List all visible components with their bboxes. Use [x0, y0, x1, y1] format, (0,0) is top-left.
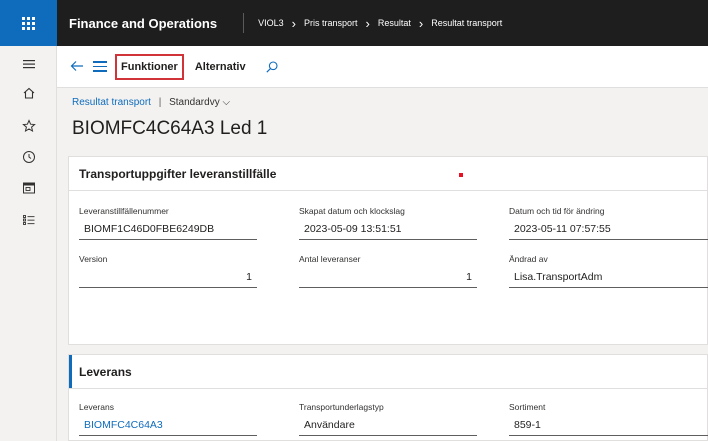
tab-funktioner[interactable]: Funktioner	[115, 53, 184, 80]
favorites-star-icon[interactable]	[22, 119, 36, 133]
fasttab-transportuppgifter: Transportuppgifter leveranstillfälle Lev…	[68, 156, 708, 345]
marker-dot	[459, 173, 463, 177]
field-label: Ändrad av	[509, 254, 548, 264]
antal-leveranser-input[interactable]: 1	[299, 269, 477, 288]
field-label: Leveranstillfällenummer	[79, 206, 169, 216]
chevron-down-icon: ⌵	[222, 97, 231, 108]
andrad-datum-input[interactable]: 2023-05-11 07:57:55	[509, 221, 708, 240]
breadcrumb-item-pris-transport[interactable]: Pris transport	[304, 18, 358, 28]
app-launcher-button[interactable]	[0, 0, 57, 46]
chevron-right-icon: ›	[291, 15, 296, 31]
top-bar-divider	[243, 13, 245, 33]
fasttab-title: Transportuppgifter leveranstillfälle	[79, 166, 277, 181]
field-label: Sortiment	[509, 402, 546, 412]
field-andrad-datum: Datum och tid för ändring 2023-05-11 07:…	[509, 206, 708, 240]
field-skapat-datum: Skapat datum och klockslag 2023-05-09 13…	[299, 206, 477, 240]
field-label: Skapat datum och klockslag	[299, 206, 405, 216]
modules-list-icon[interactable]	[22, 213, 36, 227]
navigation-pane	[0, 46, 57, 441]
top-bar: Finance and Operations VIOL3 › Pris tran…	[0, 0, 708, 46]
fasttab-title: Leverans	[79, 364, 132, 379]
form-breadcrumb: Resultat transport | Standardvy ⌵	[72, 97, 230, 108]
home-icon[interactable]	[22, 86, 36, 100]
workspaces-icon[interactable]	[22, 181, 36, 195]
field-label: Antal leveranser	[299, 254, 361, 264]
skapat-datum-input[interactable]: 2023-05-09 13:51:51	[299, 221, 477, 240]
tab-alternativ[interactable]: Alternativ	[190, 55, 251, 79]
breadcrumb-separator: |	[158, 97, 162, 108]
action-menu-icon[interactable]	[93, 58, 107, 75]
chevron-right-icon: ›	[418, 15, 424, 31]
fasttab-leverans: Leverans Leverans BIOMFC4C64A3 Transport…	[68, 354, 708, 441]
recent-clock-icon[interactable]	[22, 150, 36, 164]
search-icon[interactable]	[265, 60, 279, 74]
fasttab-header-leverans[interactable]: Leverans	[69, 355, 707, 389]
fasttab-header-transportuppgifter[interactable]: Transportuppgifter leveranstillfälle	[69, 157, 707, 191]
field-sortiment: Sortiment 859-1	[509, 402, 708, 436]
leverans-link[interactable]: BIOMFC4C64A3	[79, 417, 257, 436]
field-andrad-av: Ändrad av Lisa.TransportAdm	[509, 254, 708, 288]
app-title[interactable]: Finance and Operations	[69, 16, 217, 31]
chevron-right-icon: ›	[365, 15, 370, 31]
back-arrow-icon[interactable]	[69, 59, 85, 75]
hamburger-menu-icon[interactable]	[22, 57, 36, 71]
field-label: Leverans	[79, 402, 114, 412]
waffle-icon	[22, 16, 35, 30]
field-transportunderlagstyp: Transportunderlagstyp Användare	[299, 402, 477, 436]
view-selector[interactable]: Standardvy ⌵	[169, 97, 230, 108]
company-selector[interactable]: VIOL3	[258, 18, 284, 28]
version-input[interactable]: 1	[79, 269, 257, 288]
record-title: BIOMFC4C64A3 Led 1	[72, 118, 268, 139]
andrad-av-input[interactable]: Lisa.TransportAdm	[509, 269, 708, 288]
breadcrumb-item-resultat[interactable]: Resultat	[378, 18, 411, 28]
view-label: Standardvy	[169, 97, 220, 108]
breadcrumb-item-resultat-transport[interactable]: Resultat transport	[431, 18, 502, 28]
field-version: Version 1	[79, 254, 257, 288]
field-label: Version	[79, 254, 108, 264]
field-leverans: Leverans BIOMFC4C64A3	[79, 402, 257, 436]
field-label: Transportunderlagstyp	[299, 402, 384, 412]
field-leveranstillfallenummer: Leveranstillfällenummer BIOMF1C46D0FBE62…	[79, 206, 257, 240]
leveranstillfallenummer-input[interactable]: BIOMF1C46D0FBE6249DB	[79, 221, 257, 240]
transportunderlagstyp-input[interactable]: Användare	[299, 417, 477, 436]
action-pane: Funktioner Alternativ	[57, 46, 708, 88]
field-antal-leveranser: Antal leveranser 1	[299, 254, 477, 288]
form-name-link[interactable]: Resultat transport	[72, 97, 151, 108]
sortiment-input[interactable]: 859-1	[509, 417, 708, 436]
field-label: Datum och tid för ändring	[509, 206, 605, 216]
